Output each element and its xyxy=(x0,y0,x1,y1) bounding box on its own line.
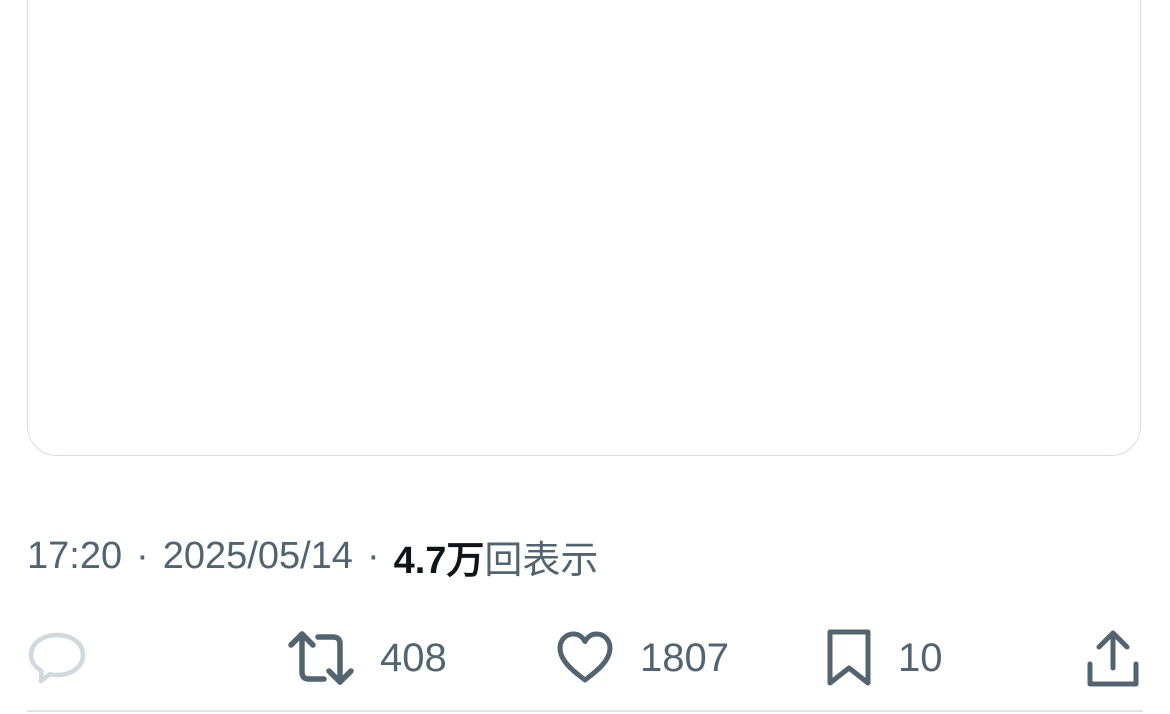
bookmark-icon xyxy=(826,628,872,688)
heart-icon xyxy=(556,629,614,687)
separator-dot: · xyxy=(136,534,149,577)
views-count[interactable]: 4.7万 xyxy=(394,529,485,584)
bookmark-count: 10 xyxy=(898,635,943,680)
tweet-date[interactable]: 2025/05/14 xyxy=(163,535,353,578)
reply-button[interactable] xyxy=(27,620,87,696)
retweet-icon xyxy=(288,628,354,688)
tweet-metadata: 17:20 · 2025/05/14 · 4.7万 回表示 xyxy=(27,532,598,582)
like-count: 1807 xyxy=(640,635,729,680)
bottom-divider xyxy=(27,710,1143,712)
bookmark-button[interactable]: 10 xyxy=(826,620,943,696)
like-button[interactable]: 1807 xyxy=(556,620,729,696)
tweet-action-bar: 408 1807 10 xyxy=(0,620,1170,696)
reply-icon xyxy=(27,628,87,688)
retweet-count: 408 xyxy=(380,635,447,680)
share-icon xyxy=(1085,628,1141,688)
views-label[interactable]: 回表示 xyxy=(484,529,598,584)
media-card[interactable] xyxy=(27,0,1141,456)
retweet-button[interactable]: 408 xyxy=(288,620,447,696)
share-button[interactable] xyxy=(1085,620,1141,696)
tweet-time[interactable]: 17:20 xyxy=(27,535,122,578)
separator-dot: · xyxy=(366,534,380,577)
